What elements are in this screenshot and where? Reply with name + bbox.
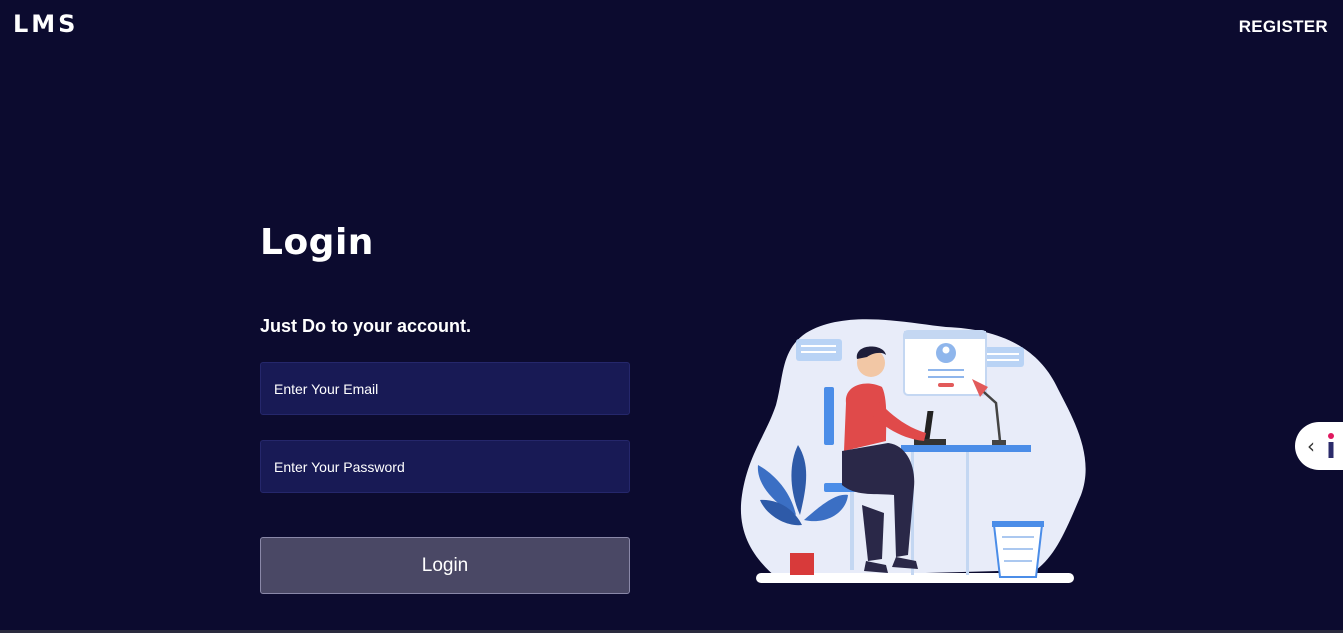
chevron-left-icon: ‹ [1307,434,1315,458]
login-page: LMS REGISTER Login Just Do to your accou… [0,0,1343,633]
login-subtitle: Just Do to your account. [260,316,472,336]
trash-bin [992,524,1044,578]
page-title: Login [260,222,374,263]
chair [824,387,834,445]
login-button[interactable]: Login [260,537,630,594]
register-link[interactable]: REGISTER [1239,17,1328,37]
info-badge-icon [1328,433,1334,458]
login-form: Login Just Do to your account. Login [260,222,630,594]
login-illustration [740,319,1086,583]
chat-bubble-icon [796,339,842,361]
brand-logo[interactable]: LMS [13,10,78,38]
desk [901,445,1031,452]
side-toggle-tab[interactable]: ‹ [1295,422,1343,470]
email-input[interactable] [260,362,630,415]
password-input[interactable] [260,440,630,493]
